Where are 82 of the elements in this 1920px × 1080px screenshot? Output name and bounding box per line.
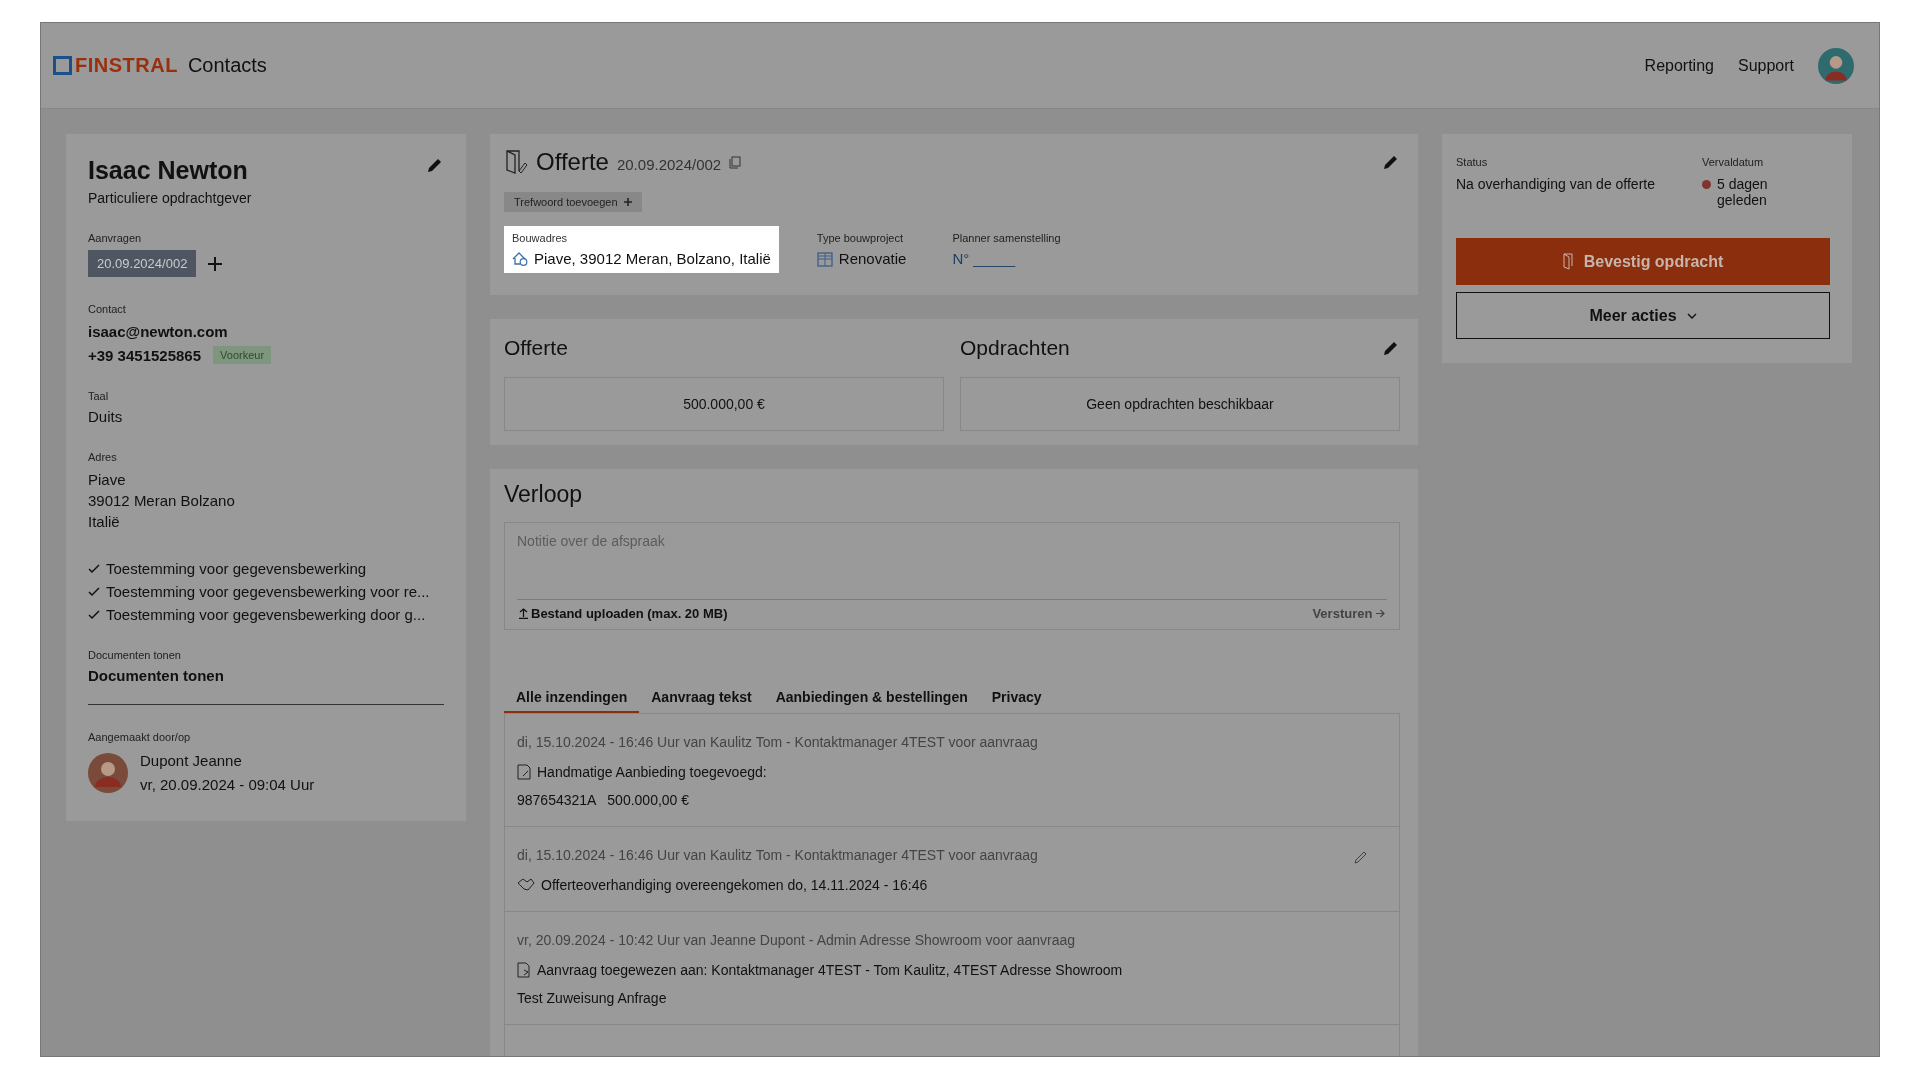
language-value: Duits	[88, 408, 124, 425]
creation-date: vr, 20.09.2024 - 09:04 Uur	[140, 775, 315, 795]
contact-role: Particuliere opdrachtgever	[88, 190, 252, 206]
note-field[interactable]: Notitie over de afspraak Bestand uploaden (max. 20 MB) Versturen	[504, 522, 1400, 630]
entry-text: Aanvraag toegewezen aan: Kontaktmanager 4TEST - Tom Kaulitz, 4TEST Adresse Showroom	[537, 962, 1123, 978]
email: isaac@newton.com	[88, 322, 229, 342]
arrow-icon	[1376, 609, 1385, 618]
app-name: Contacts	[187, 54, 267, 77]
field-label: Vervaldatum	[1702, 156, 1765, 168]
entry-detail: 987654321A 500.000,00 €	[517, 792, 691, 808]
entry-detail: Test Zuweisung Anfrage	[517, 990, 668, 1006]
entry-meta: di, 15.10.2024 - 16:46 Uur van Kaulitz Tom - Kontaktmanager 4TEST voor aanvraag	[517, 847, 1038, 863]
user-avatar-icon[interactable]	[1818, 47, 1854, 84]
plus-icon	[623, 198, 632, 206]
field-label: Planner samenstelling	[952, 232, 1061, 244]
address-line: 39012 Meran Bolzano	[88, 491, 236, 511]
entry-meta: vr, 20.09.2024 - 10:42 Uur van Jeanne Dupont - Admin Adresse Showroom voor aanvraag	[517, 932, 1075, 948]
upload-button[interactable]: Bestand uploaden (max. 20 MB)	[519, 606, 728, 621]
logo-icon	[53, 56, 72, 75]
nav-link[interactable]: Reporting	[1644, 56, 1714, 75]
copy-icon[interactable]	[729, 155, 742, 169]
confirm-order-button[interactable]: Bevestig opdracht	[1456, 238, 1830, 285]
door-icon	[1562, 253, 1576, 270]
documents-link[interactable]: Documenten tonen	[88, 667, 444, 684]
field-label: Status	[1456, 156, 1489, 168]
section-title: Verloop	[504, 481, 583, 508]
nav-link[interactable]: Support	[1737, 56, 1794, 75]
section-title: Offerte	[504, 336, 568, 360]
entry-text: Offerteoverhandiging overeengekomen do, 14.11.2024 - 16:46	[541, 877, 928, 893]
document-arrow-icon	[517, 962, 531, 978]
door-icon	[504, 149, 528, 175]
consent-text: Toestemming voor gegevensbewerking door g...	[106, 606, 426, 623]
pencil-icon[interactable]	[426, 156, 444, 174]
summary-value: 500.000,00 €	[683, 396, 765, 412]
field-label: Type bouwproject	[816, 232, 905, 244]
plus-icon[interactable]	[208, 256, 223, 271]
tab[interactable]: Aanvraag tekst	[639, 686, 764, 713]
note-placeholder: Notitie over de afspraak	[517, 533, 666, 551]
tab[interactable]: Aanbiedingen & bestellingen	[763, 686, 980, 713]
field-value: Piave, 39012 Meran, Bolzano, Italië	[534, 250, 771, 267]
pencil-icon[interactable]	[1382, 153, 1400, 171]
field-value: Renovatie	[838, 250, 907, 267]
address-line: Italië	[88, 512, 121, 532]
status-dot	[1702, 180, 1711, 189]
offer-title: Offerte	[536, 148, 609, 176]
tab[interactable]: Privacy	[979, 686, 1054, 713]
field-label: Bouwadres	[512, 232, 569, 244]
summary-value: Geen opdrachten beschikbaar	[1086, 396, 1274, 412]
field-label: Contact	[88, 303, 127, 315]
consent-text: Toestemming voor gegevensbewerking voor re...	[106, 583, 430, 600]
creator-name: Dupont Jeanne	[140, 751, 243, 771]
field-label: Taal	[88, 390, 110, 402]
offer-number: 20.09.2024/002	[616, 155, 722, 173]
tab[interactable]: Alle inzendingen	[504, 686, 640, 713]
consent-text: Toestemming voor gegevensbewerking	[106, 560, 367, 577]
field-label: Aanvragen	[88, 232, 143, 244]
window-frame-icon	[816, 250, 833, 267]
phone-number: +39 3451525865	[88, 346, 202, 364]
request-chip[interactable]: 20.09.2024/002	[88, 250, 197, 277]
pencil-icon[interactable]	[1353, 849, 1369, 865]
entry-text: Handmatige Aanbieding toegevoegd:	[537, 764, 767, 780]
preferred-badge: Voorkeur	[213, 346, 272, 364]
add-keyword-button[interactable]: Trefwoord toevoegen	[504, 192, 642, 212]
document-pencil-icon	[517, 764, 531, 780]
field-label: Aangemaakt door/op	[88, 731, 192, 743]
field-label: Adres	[88, 451, 118, 463]
more-actions-button[interactable]: Meer acties	[1456, 292, 1830, 339]
pencil-icon[interactable]	[1382, 339, 1400, 357]
field-label: Documenten tonen	[88, 649, 182, 661]
status-value: Na overhandiging van de offerte	[1456, 176, 1655, 192]
entry-meta: di, 15.10.2024 - 16:46 Uur van Kaulitz Tom - Kontaktmanager 4TEST voor aanvraag	[517, 734, 1038, 750]
section-title: Opdrachten	[960, 336, 1070, 360]
avatar-icon	[88, 753, 128, 793]
contact-name: Isaac Newton	[88, 156, 249, 185]
field-value: N° _____	[952, 250, 1016, 267]
upload-icon	[519, 608, 528, 619]
address-line: Piave	[88, 470, 127, 490]
logo: FINSTRAL	[75, 54, 178, 77]
house-icon	[512, 251, 528, 266]
chevron-down-icon	[1686, 312, 1697, 319]
send-button[interactable]: Versturen	[1312, 606, 1385, 621]
due-value: 5 dagen geleden	[1717, 176, 1769, 208]
